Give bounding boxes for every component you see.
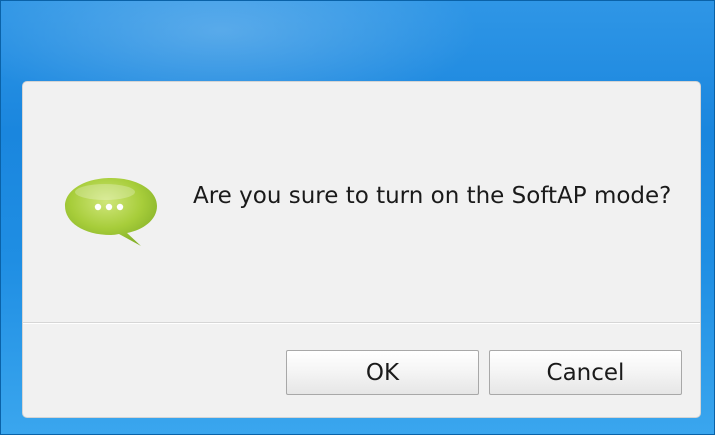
dialog-window: Are you sure to turn on the SoftAP mode?…: [0, 0, 715, 435]
message-area: Are you sure to turn on the SoftAP mode?: [23, 82, 700, 322]
dialog-message: Are you sure to turn on the SoftAP mode?: [193, 183, 672, 209]
dialog-panel: Are you sure to turn on the SoftAP mode?…: [22, 81, 701, 418]
ok-button[interactable]: OK: [286, 350, 479, 395]
cancel-button[interactable]: Cancel: [489, 350, 682, 395]
speech-bubble-icon: [65, 178, 157, 246]
button-divider: [23, 322, 700, 324]
